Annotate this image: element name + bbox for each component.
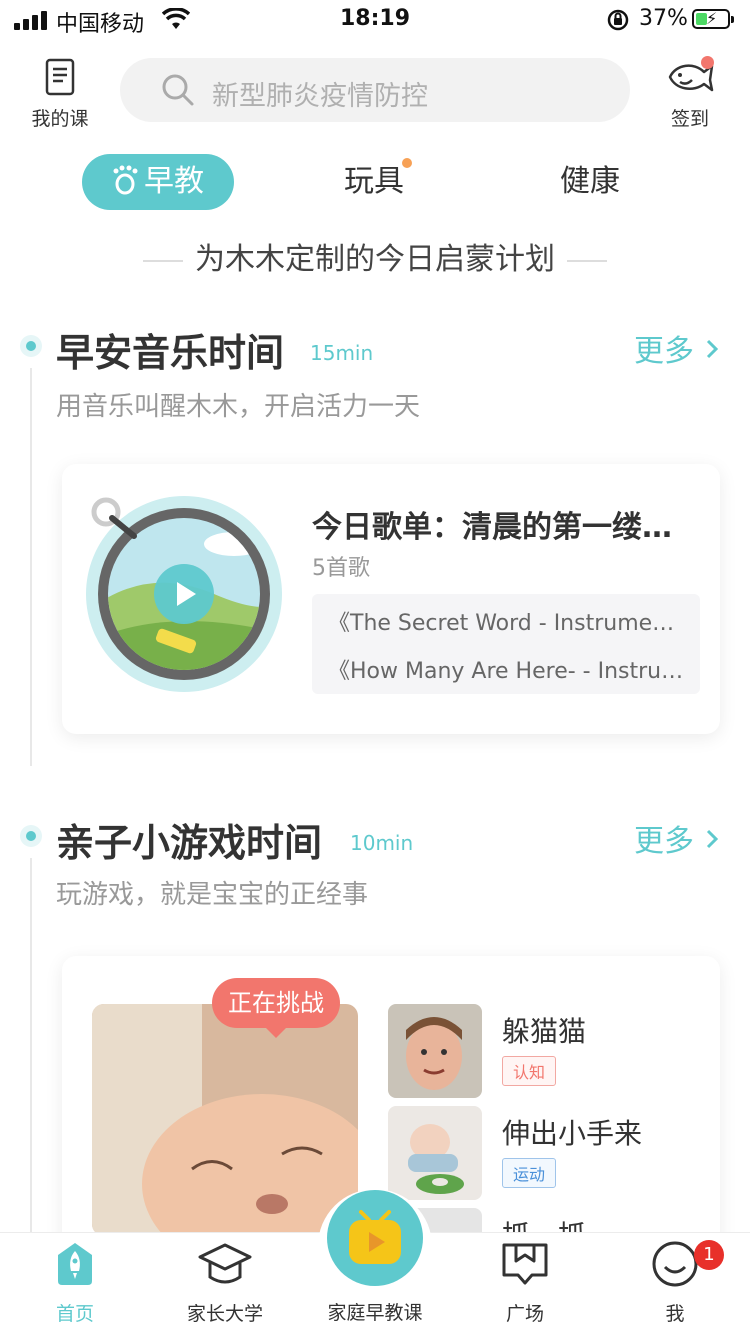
signin-label: 签到: [670, 108, 709, 130]
nav-label: 我: [665, 1303, 685, 1325]
me-notification-badge: 1: [694, 1240, 724, 1270]
challenge-badge: 正在挑战: [212, 978, 340, 1038]
list-item[interactable]: 躲猫猫 认知: [388, 1004, 688, 1098]
list-item[interactable]: 《How Many Are Here- - Instrumental》: [328, 652, 684, 692]
play-icon[interactable]: [154, 564, 214, 624]
timeline-line: [30, 858, 32, 1238]
music-card[interactable]: 今日歌单：清晨的第一缕阳光 5首歌 《The Secret Word - Ins…: [62, 464, 720, 734]
game-tag: 认知: [502, 1056, 557, 1086]
battery-icon: ⚡: [692, 9, 734, 29]
nav-home[interactable]: 首页: [0, 1241, 150, 1326]
game-name: 伸出小手来: [502, 1117, 643, 1150]
game-name: 躲猫猫: [502, 1015, 587, 1048]
tab-early-education[interactable]: 早教: [82, 154, 234, 210]
fish-icon: [666, 64, 714, 100]
signin-button[interactable]: 签到: [652, 56, 728, 131]
games-more-link[interactable]: 更多: [634, 816, 720, 860]
nav-label: 广场: [505, 1303, 544, 1325]
tab-label: 健康: [560, 164, 620, 199]
tab-label: 早教: [144, 164, 204, 199]
game-tag: 运动: [502, 1158, 557, 1188]
tab-health[interactable]: 健康: [560, 154, 620, 210]
game-thumbnail: [388, 1004, 482, 1098]
search-input[interactable]: 新型肺炎疫情防控: [120, 58, 630, 122]
nav-square[interactable]: 广场: [450, 1241, 600, 1326]
square-icon: [500, 1243, 550, 1291]
smile-icon: [651, 1241, 699, 1291]
book-icon: [43, 58, 77, 100]
status-bar: 中国移动 18:19 37% ⚡: [0, 0, 750, 40]
games-duration: 10min: [350, 831, 414, 855]
timeline-dot: [20, 825, 42, 847]
plan-title: 为木木定制的今日启蒙计划: [0, 234, 750, 278]
tv-icon: [327, 1190, 423, 1286]
list-item[interactable]: 《The Secret Word - Instrumental》: [328, 604, 684, 644]
tab-toys[interactable]: 玩具: [344, 154, 412, 210]
my-course-button[interactable]: 我的课: [24, 58, 96, 131]
nav-home-course[interactable]: 家庭早教课: [300, 1181, 450, 1331]
search-icon: [160, 72, 196, 112]
rocket-icon: [52, 1243, 98, 1291]
battery-percent: 37%: [639, 6, 688, 31]
nav-parent-university[interactable]: 家长大学: [150, 1241, 300, 1326]
tab-label: 玩具: [344, 164, 404, 199]
music-section-title: 早安音乐时间: [56, 331, 285, 375]
nav-label: 首页: [55, 1303, 94, 1325]
timeline-line: [30, 368, 32, 766]
search-placeholder: 新型肺炎疫情防控: [212, 81, 428, 112]
music-subtitle: 用音乐叫醒木木，开启活力一天: [56, 392, 421, 422]
games-subtitle: 玩游戏，就是宝宝的正经事: [56, 880, 369, 910]
graduation-cap-icon: [198, 1243, 252, 1291]
rotation-lock-icon: [606, 8, 630, 36]
tab-notification-dot: [402, 158, 412, 168]
clock: 18:19: [339, 6, 411, 31]
music-more-link[interactable]: 更多: [634, 326, 720, 370]
footprint-icon: [112, 158, 138, 214]
nav-label: 家长大学: [186, 1303, 263, 1325]
playlist-title: 今日歌单：清晨的第一缕阳光: [312, 510, 692, 545]
chevron-right-icon: [704, 824, 720, 859]
music-duration: 15min: [310, 341, 374, 365]
timeline-dot: [20, 335, 42, 357]
nav-label: 家庭早教课: [327, 1302, 423, 1324]
signin-notification-dot: [701, 56, 714, 69]
bottom-nav: 首页 家长大学 家庭早教课 广场 我: [0, 1189, 750, 1334]
nav-me[interactable]: 我: [600, 1241, 750, 1326]
playlist-songs: 《The Secret Word - Instrumental》 《How Ma…: [312, 594, 700, 694]
chevron-right-icon: [704, 334, 720, 369]
playlist-count: 5首歌: [312, 556, 370, 581]
games-section-title: 亲子小游戏时间: [56, 821, 323, 865]
my-course-label: 我的课: [31, 108, 89, 130]
